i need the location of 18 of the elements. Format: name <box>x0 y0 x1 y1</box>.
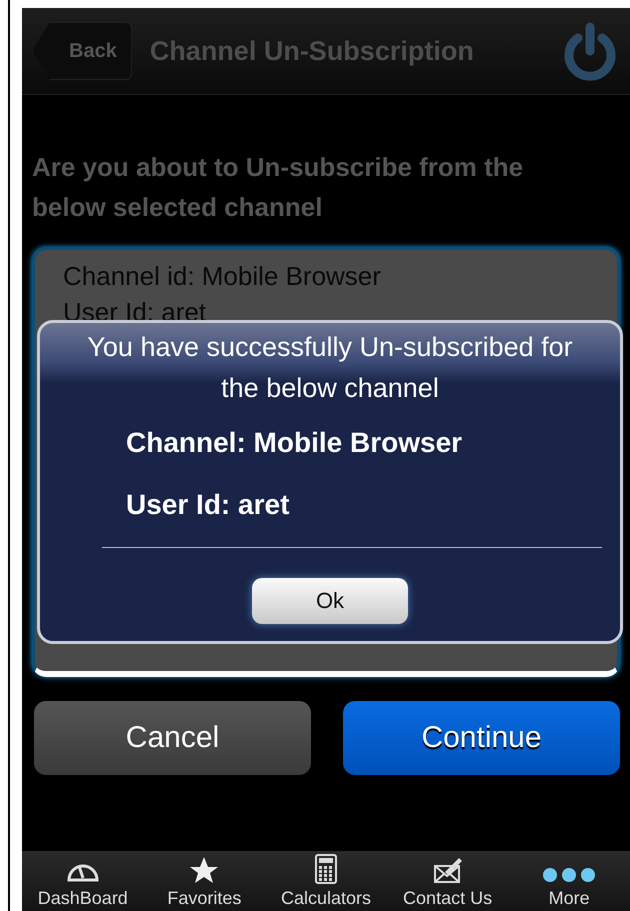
dialog-message: You have successfully Un-subscribed for the below channel <box>86 331 574 405</box>
detail-text: Channel id: Mobile Browser <box>63 260 382 293</box>
tab-bar-item[interactable]: More <box>508 851 630 911</box>
more-icon <box>541 866 598 884</box>
screen-title: Channel Un-Subscription <box>150 36 475 66</box>
cancel-button[interactable]: Cancel <box>34 701 311 775</box>
ok-button[interactable]: Ok <box>252 578 408 624</box>
star-icon <box>189 856 220 884</box>
dialog-detail: User Id: aret <box>126 489 290 521</box>
question-text: Are you about to Un-subscribe from the below selected channel <box>31 151 524 224</box>
tab-bar-item[interactable]: Contact Us <box>386 851 508 911</box>
tab-bar-item[interactable]: DashBoard <box>22 851 144 911</box>
dialog-detail: Channel: Mobile Browser <box>126 427 462 459</box>
tab-bar-item[interactable]: Calculators <box>265 851 387 911</box>
tab-bar-item[interactable]: Favorites <box>144 851 266 911</box>
calculator-icon <box>314 854 337 884</box>
continue-button[interactable]: Continue <box>343 701 620 775</box>
envelope-pen-icon <box>432 856 463 884</box>
